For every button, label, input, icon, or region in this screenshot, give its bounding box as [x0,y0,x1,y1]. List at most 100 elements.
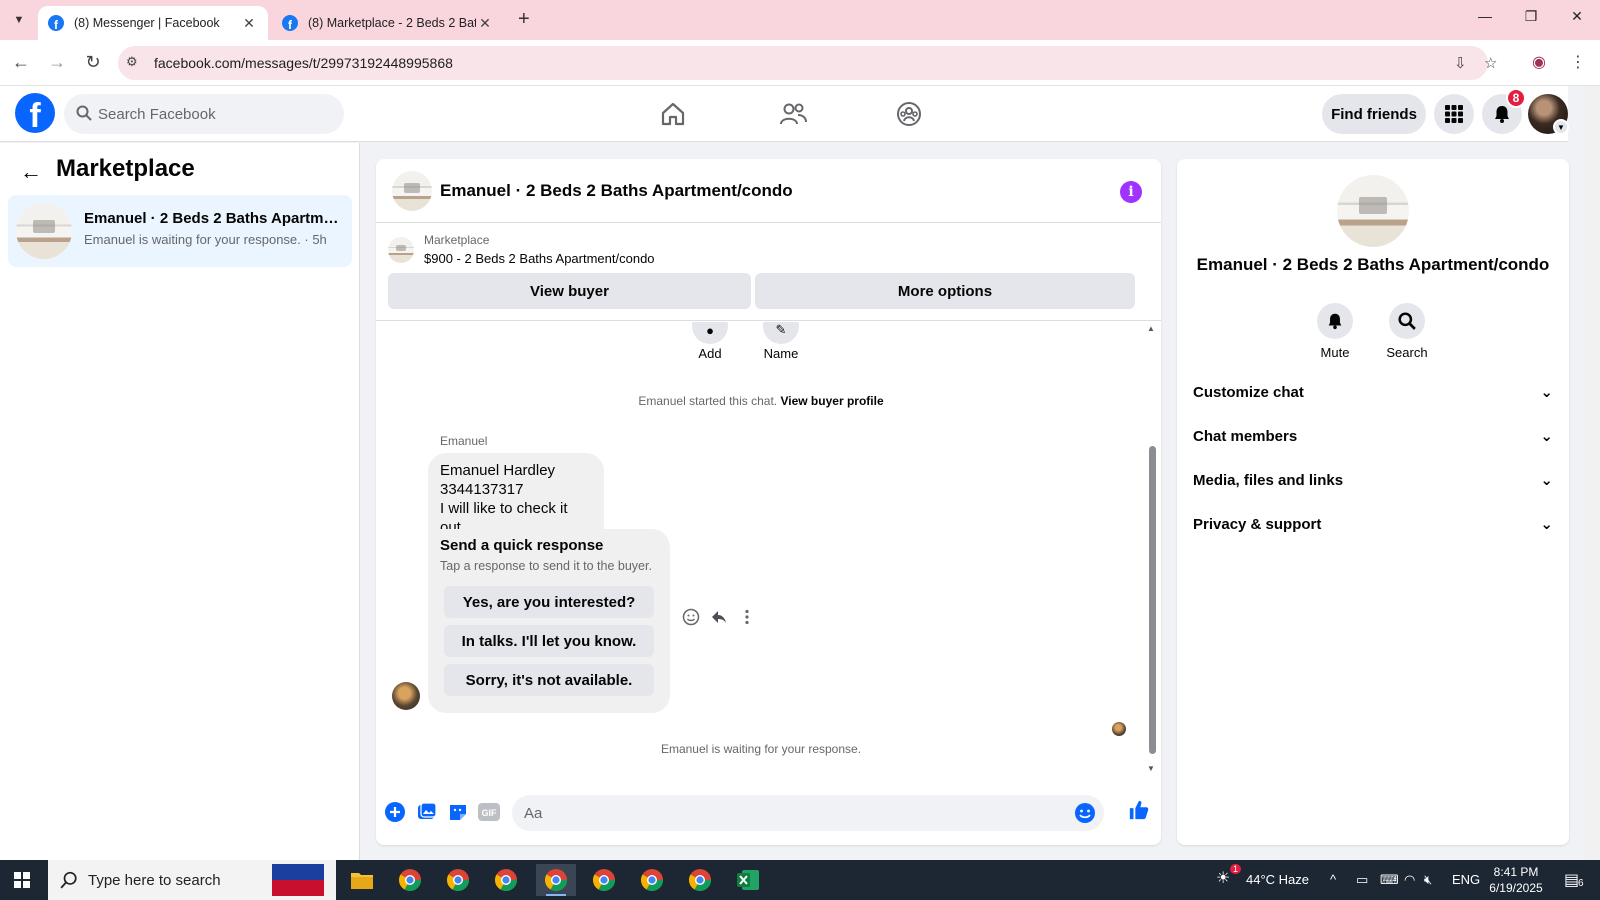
add-member-action[interactable]: ● Add [692,322,728,361]
details-listing-thumbnail[interactable] [1337,175,1409,247]
show-hidden-icons-chevron-icon[interactable]: ^ [1330,872,1336,887]
facebook-favicon-icon: f [282,15,298,31]
message-input[interactable] [524,795,1064,831]
chevron-down-icon[interactable]: ▼ [1553,119,1569,135]
scroll-down-icon[interactable]: ▼ [1147,764,1155,773]
volume-muted-icon[interactable]: 🔇︎ [1424,872,1432,888]
scroll-up-icon[interactable]: ▲ [1147,324,1155,333]
chrome-profile-2-icon[interactable] [438,864,478,896]
listing-thumbnail [16,203,72,259]
taskbar-clock[interactable]: 8:41 PM 6/19/2025 [1476,864,1556,896]
sticker-icon[interactable] [447,801,469,823]
info-icon[interactable]: i [1120,181,1142,203]
find-friends-button[interactable]: Find friends [1322,94,1426,134]
emoji-icon[interactable] [1074,802,1096,824]
marketplace-label: Marketplace [424,233,490,247]
thumbs-up-icon[interactable] [1128,799,1150,821]
quick-response-yes-button[interactable]: Yes, are you interested? [444,586,654,618]
customize-chat-section[interactable]: Customize chat ⌄ [1193,372,1553,412]
scrollbar-thumb[interactable] [1149,446,1156,754]
reload-icon[interactable]: ↻ [82,52,104,73]
chevron-down-icon: ⌄ [1540,472,1553,489]
wifi-icon[interactable]: ◠ [1404,872,1415,888]
message-list: ● Add ✎ Name Emanuel started this chat. … [376,322,1161,780]
search-action[interactable]: Search [1377,303,1437,360]
excel-icon[interactable] [728,864,768,896]
search-icon [60,871,77,889]
window-close-icon[interactable]: ✕ [1554,8,1600,25]
chrome-profile-6-icon[interactable] [632,864,672,896]
tab-search-chevron-icon[interactable]: ▼ [8,9,30,31]
menu-grid-icon[interactable] [1434,94,1474,134]
windows-start-icon[interactable] [14,872,30,888]
new-tab-icon[interactable]: + [518,8,530,31]
action-center-icon[interactable]: ▤ [1564,870,1579,890]
plus-circle-icon[interactable] [384,801,406,823]
site-settings-icon[interactable]: ⚙ [126,54,138,70]
notifications-bell-icon[interactable]: 8 [1482,88,1526,134]
input-method-icon[interactable]: ⌨ [1380,872,1399,888]
forward-arrow-icon[interactable]: → [46,52,68,73]
chat-started-notice: Emanuel started this chat. View buyer pr… [638,394,884,408]
chat-listing-thumbnail[interactable] [392,171,432,211]
more-options-button[interactable]: More options [755,273,1135,309]
file-explorer-icon[interactable] [342,864,382,896]
chrome-profile-3-icon[interactable] [486,864,526,896]
conversation-list-item[interactable]: Emanuel · 2 Beds 2 Baths Apartment/condo… [8,195,352,267]
groups-icon[interactable] [893,98,925,130]
weather-icon[interactable]: ☀ [1216,868,1230,888]
search-input[interactable] [98,94,328,134]
react-emoji-icon[interactable] [682,608,700,626]
facebook-logo-icon[interactable]: f [15,93,55,133]
install-app-icon[interactable]: ⇩ [1454,54,1467,72]
chevron-down-icon: ⌄ [1540,428,1553,445]
privacy-support-section[interactable]: Privacy & support ⌄ [1193,504,1553,544]
page-scrollbar[interactable] [1584,86,1600,860]
view-buyer-profile-link[interactable]: View buyer profile [780,394,883,408]
weather-text[interactable]: 44°C Haze [1246,872,1309,887]
chrome-active-window-icon[interactable] [536,864,576,896]
minimize-icon[interactable]: — [1462,8,1508,24]
home-icon[interactable] [657,98,689,130]
name-chat-action[interactable]: ✎ Name [763,322,799,361]
sender-avatar[interactable] [392,682,420,710]
tab-close-icon[interactable]: ✕ [240,15,258,32]
search-icon [1389,303,1425,339]
arrow-left-icon[interactable]: ← [20,159,42,185]
mute-action[interactable]: Mute [1305,303,1365,360]
weather-alert-badge: 1 [1230,864,1242,874]
back-arrow-icon[interactable]: ← [10,52,32,73]
listing-price-title[interactable]: $900 - 2 Beds 2 Baths Apartment/condo [424,251,655,266]
tab-close-icon[interactable]: ✕ [476,15,494,32]
facebook-search[interactable] [64,94,344,134]
friends-icon[interactable] [777,98,809,130]
bookmark-star-icon[interactable]: ☆ [1484,54,1497,72]
photo-icon[interactable] [416,801,438,823]
chrome-profile-5-icon[interactable] [584,864,624,896]
message-scrollbar[interactable]: ▲ ▼ [1146,324,1158,779]
tab-messenger[interactable]: f (8) Messenger | Facebook ✕ [38,6,268,40]
tab-marketplace[interactable]: f (8) Marketplace - 2 Beds 2 Bath ✕ [272,6,504,40]
listing-thumbnail [388,237,414,263]
chat-title[interactable]: Emanuel · 2 Beds 2 Baths Apartment/condo [440,181,793,201]
view-buyer-button[interactable]: View buyer [388,273,751,309]
gif-icon[interactable]: GIF [478,801,500,823]
quick-response-unavailable-button[interactable]: Sorry, it's not available. [444,664,654,696]
chrome-menu-icon[interactable]: ⋮ [1570,52,1586,72]
meet-now-icon[interactable]: ▭ [1356,872,1368,888]
more-vertical-icon[interactable] [738,608,756,626]
taskbar-search[interactable]: Type here to search [48,860,336,900]
url-text[interactable]: facebook.com/messages/t/2997319244899586… [154,55,453,71]
quick-response-talks-button[interactable]: In talks. I'll let you know. [444,625,654,657]
message-input-wrapper[interactable] [512,795,1104,831]
marketplace-listing-bar: Marketplace $900 - 2 Beds 2 Baths Apartm… [376,223,1161,321]
pencil-icon: ✎ [763,322,799,344]
profile-icon[interactable]: ◉ [1532,52,1546,72]
chrome-profile-7-icon[interactable] [680,864,720,896]
url-omnibox[interactable]: ⚙ facebook.com/messages/t/29973192448995… [118,46,1497,80]
chrome-profile-1-icon[interactable] [390,864,430,896]
media-files-links-section[interactable]: Media, files and links ⌄ [1193,460,1553,500]
restore-icon[interactable]: ❐ [1508,8,1554,25]
chat-members-section[interactable]: Chat members ⌄ [1193,416,1553,456]
reply-icon[interactable] [710,608,728,626]
